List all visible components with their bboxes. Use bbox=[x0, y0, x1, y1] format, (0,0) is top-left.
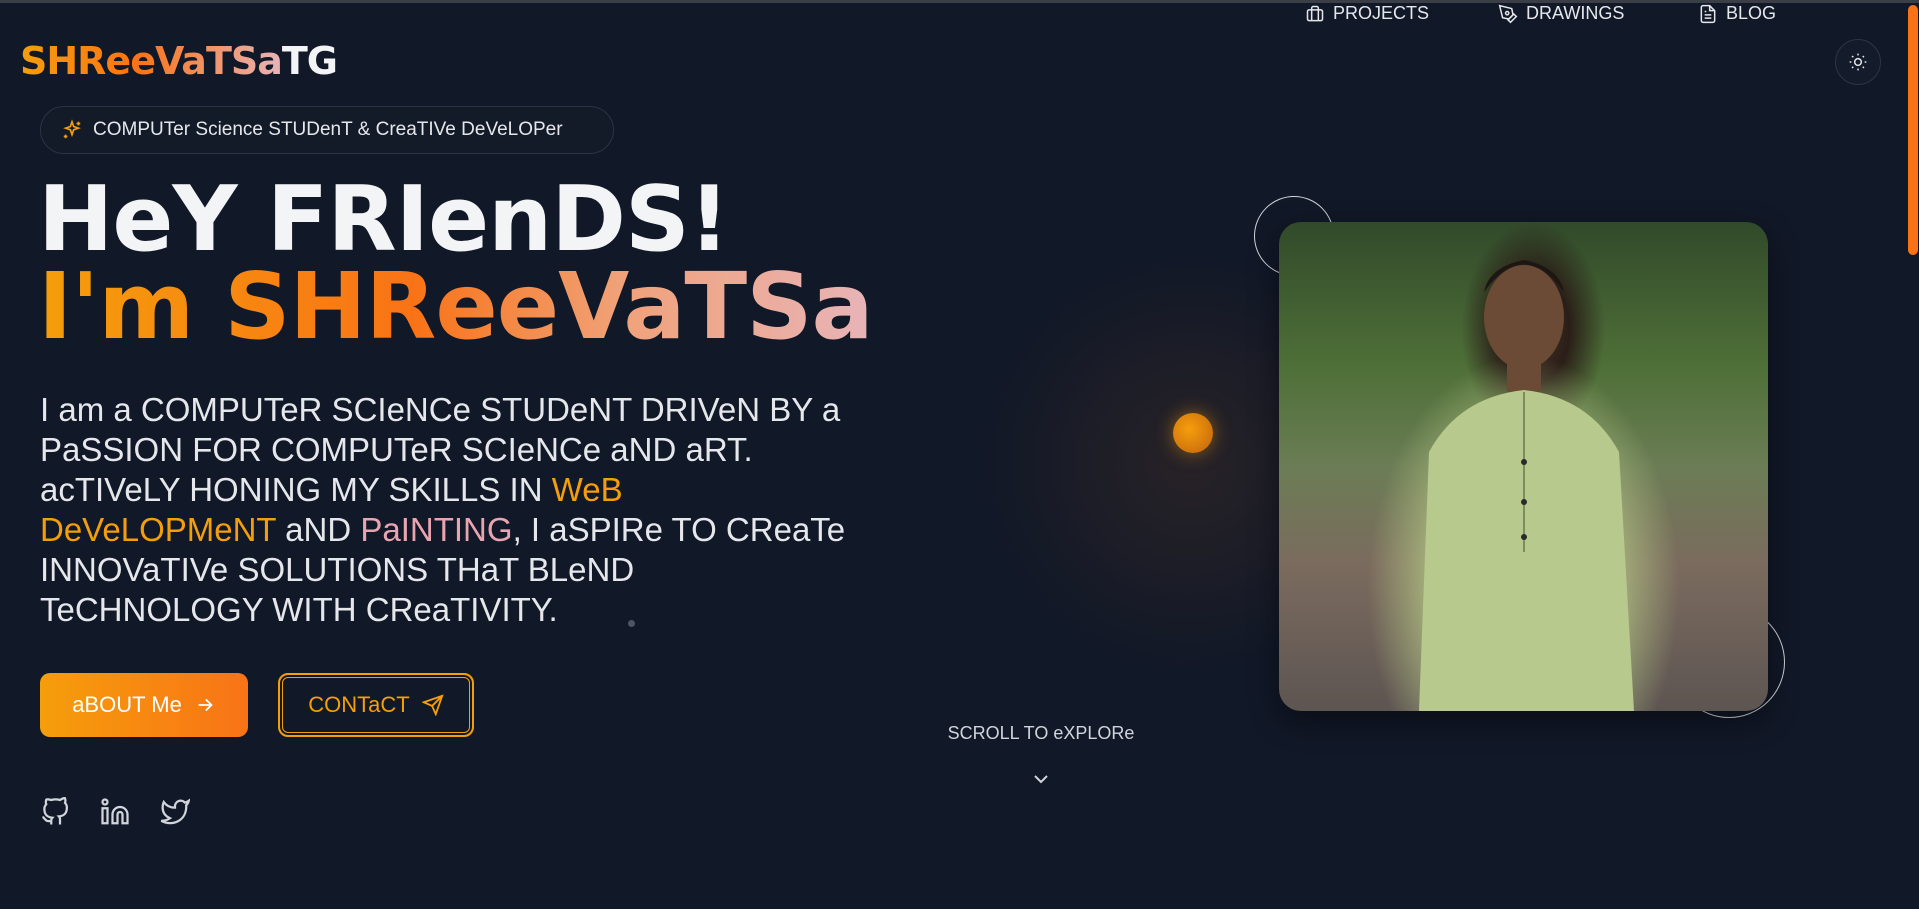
scroll-hint-text: SCROLL TO eXPLORe bbox=[947, 723, 1135, 743]
contact-label: CONTaCT bbox=[308, 692, 410, 717]
decorative-dot bbox=[628, 620, 635, 627]
nav-projects[interactable]: PROJECTS bbox=[1305, 3, 1429, 24]
pen-tool-icon bbox=[1498, 4, 1518, 23]
logo-name: SHReeVaTSa bbox=[20, 39, 283, 83]
role-badge-text: COMPUTer Science STUDenT & CreaTIVe DeVe… bbox=[93, 119, 563, 140]
nav-blog-label: BLOG bbox=[1726, 3, 1777, 23]
arrow-right-icon bbox=[198, 698, 213, 712]
chevron-down-icon bbox=[1034, 775, 1048, 784]
hero-description: I am a COMPUTeR SCIeNCe STUDeNT DRIVeN B… bbox=[40, 390, 860, 630]
person-silhouette bbox=[1419, 260, 1634, 711]
role-badge: COMPUTer Science STUDenT & CreaTIVe DeVe… bbox=[40, 106, 614, 154]
decorative-orb bbox=[1173, 413, 1213, 453]
briefcase-icon bbox=[1306, 5, 1324, 21]
twitter-link[interactable] bbox=[160, 797, 191, 827]
github-link[interactable] bbox=[40, 796, 70, 827]
document-icon bbox=[1700, 4, 1716, 23]
github-icon bbox=[42, 796, 68, 825]
about-me-label: aBOUT Me bbox=[72, 692, 182, 717]
hero-intro: I'm SHReeVaTSa bbox=[38, 253, 874, 360]
page-scrollbar[interactable] bbox=[1907, 3, 1919, 909]
about-me-button[interactable]: aBOUT Me bbox=[40, 673, 248, 737]
nav-drawings[interactable]: DRAWINGS bbox=[1498, 3, 1624, 24]
desc-part-1: I am a COMPUTeR SCIeNCe STUDeNT DRIVeN B… bbox=[40, 391, 841, 508]
profile-photo bbox=[1279, 222, 1768, 711]
nav-drawings-label: DRAWINGS bbox=[1526, 3, 1625, 23]
logo-suffix: TG bbox=[281, 39, 338, 83]
sparkles-icon bbox=[63, 119, 81, 139]
send-icon bbox=[421, 694, 444, 716]
nav-blog[interactable]: BLOG bbox=[1698, 3, 1776, 24]
twitter-icon bbox=[160, 798, 191, 825]
hero-greeting: HeY FRIenDS! bbox=[38, 167, 730, 272]
sun-icon bbox=[1849, 53, 1867, 71]
linkedin-link[interactable] bbox=[100, 797, 130, 827]
scroll-down-button[interactable] bbox=[1029, 767, 1053, 791]
desc-part-2: aND bbox=[276, 511, 361, 548]
desc-highlight-painting: PaINTING bbox=[360, 511, 513, 548]
nav-projects-label: PROJECTS bbox=[1333, 3, 1430, 23]
site-logo[interactable]: SHReeVaTSaTG bbox=[20, 39, 338, 83]
contact-button[interactable]: CONTaCT bbox=[278, 673, 474, 737]
linkedin-icon bbox=[101, 798, 129, 825]
theme-toggle-button[interactable] bbox=[1835, 39, 1881, 85]
scrollbar-thumb[interactable] bbox=[1908, 5, 1918, 255]
